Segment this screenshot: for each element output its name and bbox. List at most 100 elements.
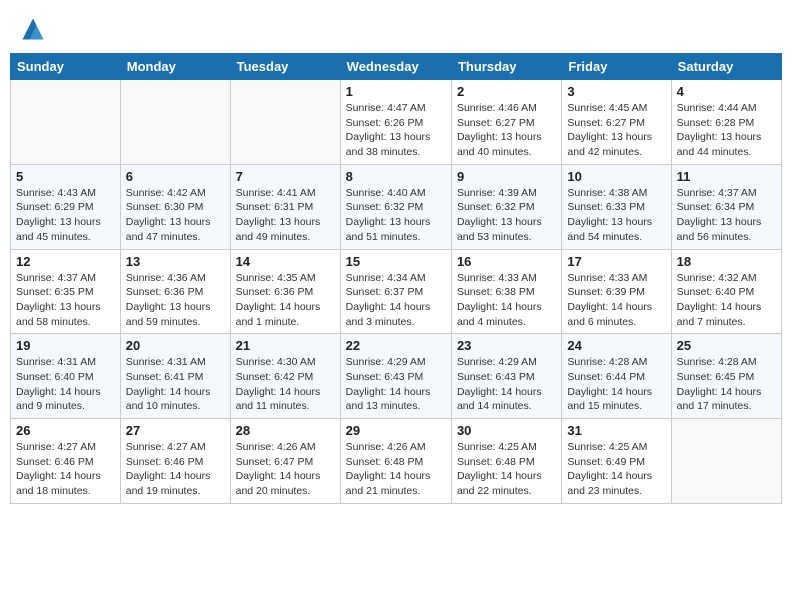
calendar-day-cell: 18 Sunrise: 4:32 AM Sunset: 6:40 PM Dayli… [671,249,781,334]
calendar-day-cell [120,80,230,165]
day-number: 11 [677,169,776,184]
day-info: Sunrise: 4:28 AM Sunset: 6:45 PM Dayligh… [677,355,776,414]
day-number: 8 [346,169,446,184]
day-info: Sunrise: 4:37 AM Sunset: 6:35 PM Dayligh… [16,271,115,330]
day-number: 31 [567,423,665,438]
calendar-day-cell: 7 Sunrise: 4:41 AM Sunset: 6:31 PM Daylig… [230,164,340,249]
day-info: Sunrise: 4:25 AM Sunset: 6:49 PM Dayligh… [567,440,665,499]
calendar-day-cell: 20 Sunrise: 4:31 AM Sunset: 6:41 PM Dayli… [120,334,230,419]
day-number: 1 [346,84,446,99]
day-number: 25 [677,338,776,353]
calendar-day-cell: 27 Sunrise: 4:27 AM Sunset: 6:46 PM Dayli… [120,419,230,504]
calendar-day-cell: 28Sunrise: 4:26 AM Sunset: 6:47 PM Dayli… [230,419,340,504]
day-of-week-header: Monday [120,54,230,80]
day-number: 13 [126,254,225,269]
calendar-day-cell: 3 Sunrise: 4:45 AM Sunset: 6:27 PM Daylig… [562,80,671,165]
calendar-day-cell: 15Sunrise: 4:34 AM Sunset: 6:37 PM Dayli… [340,249,451,334]
calendar-day-cell: 8 Sunrise: 4:40 AM Sunset: 6:32 PM Daylig… [340,164,451,249]
day-info: Sunrise: 4:30 AM Sunset: 6:42 PM Dayligh… [236,355,335,414]
day-info: Sunrise: 4:35 AM Sunset: 6:36 PM Dayligh… [236,271,335,330]
day-number: 16 [457,254,556,269]
day-info: Sunrise: 4:33 AM Sunset: 6:39 PM Dayligh… [567,271,665,330]
calendar-day-cell: 29 Sunrise: 4:26 AM Sunset: 6:48 PM Dayli… [340,419,451,504]
day-info: Sunrise: 4:38 AM Sunset: 6:33 PM Dayligh… [567,186,665,245]
day-info: Sunrise: 4:45 AM Sunset: 6:27 PM Dayligh… [567,101,665,160]
day-info: Sunrise: 4:40 AM Sunset: 6:32 PM Dayligh… [346,186,446,245]
calendar-week-row: 19 Sunrise: 4:31 AM Sunset: 6:40 PM Dayli… [11,334,782,419]
day-of-week-header: Thursday [451,54,561,80]
day-number: 22 [346,338,446,353]
calendar-day-cell: 14 Sunrise: 4:35 AM Sunset: 6:36 PM Dayli… [230,249,340,334]
calendar-header-row: SundayMondayTuesdayWednesdayThursdayFrid… [11,54,782,80]
calendar-day-cell: 2Sunrise: 4:46 AM Sunset: 6:27 PM Daylig… [451,80,561,165]
day-number: 27 [126,423,225,438]
calendar-day-cell [671,419,781,504]
day-of-week-header: Wednesday [340,54,451,80]
day-number: 24 [567,338,665,353]
day-of-week-header: Saturday [671,54,781,80]
day-number: 14 [236,254,335,269]
day-number: 7 [236,169,335,184]
day-number: 19 [16,338,115,353]
calendar-day-cell: 19 Sunrise: 4:31 AM Sunset: 6:40 PM Dayli… [11,334,121,419]
day-number: 20 [126,338,225,353]
day-number: 3 [567,84,665,99]
logo-icon [19,15,47,43]
day-info: Sunrise: 4:33 AM Sunset: 6:38 PM Dayligh… [457,271,556,330]
calendar-day-cell: 24Sunrise: 4:28 AM Sunset: 6:44 PM Dayli… [562,334,671,419]
day-info: Sunrise: 4:27 AM Sunset: 6:46 PM Dayligh… [126,440,225,499]
calendar-day-cell: 16 Sunrise: 4:33 AM Sunset: 6:38 PM Dayli… [451,249,561,334]
day-info: Sunrise: 4:27 AM Sunset: 6:46 PM Dayligh… [16,440,115,499]
calendar-table: SundayMondayTuesdayWednesdayThursdayFrid… [10,53,782,504]
calendar-day-cell: 1 Sunrise: 4:47 AM Sunset: 6:26 PM Daylig… [340,80,451,165]
calendar-week-row: 26 Sunrise: 4:27 AM Sunset: 6:46 PM Dayli… [11,419,782,504]
day-info: Sunrise: 4:44 AM Sunset: 6:28 PM Dayligh… [677,101,776,160]
day-number: 4 [677,84,776,99]
day-info: Sunrise: 4:42 AM Sunset: 6:30 PM Dayligh… [126,186,225,245]
day-number: 9 [457,169,556,184]
day-number: 18 [677,254,776,269]
day-number: 30 [457,423,556,438]
day-number: 17 [567,254,665,269]
calendar-day-cell: 10 Sunrise: 4:38 AM Sunset: 6:33 PM Dayli… [562,164,671,249]
calendar-day-cell: 6 Sunrise: 4:42 AM Sunset: 6:30 PM Daylig… [120,164,230,249]
day-number: 29 [346,423,446,438]
day-number: 2 [457,84,556,99]
calendar-week-row: 12 Sunrise: 4:37 AM Sunset: 6:35 PM Dayli… [11,249,782,334]
calendar-day-cell: 11Sunrise: 4:37 AM Sunset: 6:34 PM Dayli… [671,164,781,249]
calendar-week-row: 5Sunrise: 4:43 AM Sunset: 6:29 PM Daylig… [11,164,782,249]
day-number: 15 [346,254,446,269]
calendar-day-cell: 30 Sunrise: 4:25 AM Sunset: 6:48 PM Dayli… [451,419,561,504]
day-number: 23 [457,338,556,353]
day-info: Sunrise: 4:36 AM Sunset: 6:36 PM Dayligh… [126,271,225,330]
day-of-week-header: Tuesday [230,54,340,80]
calendar-day-cell: 4 Sunrise: 4:44 AM Sunset: 6:28 PM Daylig… [671,80,781,165]
day-info: Sunrise: 4:43 AM Sunset: 6:29 PM Dayligh… [16,186,115,245]
calendar-day-cell: 25 Sunrise: 4:28 AM Sunset: 6:45 PM Dayli… [671,334,781,419]
calendar-day-cell [230,80,340,165]
day-info: Sunrise: 4:31 AM Sunset: 6:41 PM Dayligh… [126,355,225,414]
calendar-day-cell: 21Sunrise: 4:30 AM Sunset: 6:42 PM Dayli… [230,334,340,419]
calendar-day-cell: 23 Sunrise: 4:29 AM Sunset: 6:43 PM Dayli… [451,334,561,419]
day-of-week-header: Friday [562,54,671,80]
day-number: 26 [16,423,115,438]
day-info: Sunrise: 4:29 AM Sunset: 6:43 PM Dayligh… [346,355,446,414]
day-number: 6 [126,169,225,184]
calendar-day-cell: 17 Sunrise: 4:33 AM Sunset: 6:39 PM Dayli… [562,249,671,334]
day-info: Sunrise: 4:41 AM Sunset: 6:31 PM Dayligh… [236,186,335,245]
logo [15,15,47,43]
day-info: Sunrise: 4:29 AM Sunset: 6:43 PM Dayligh… [457,355,556,414]
day-number: 12 [16,254,115,269]
calendar-day-cell: 12 Sunrise: 4:37 AM Sunset: 6:35 PM Dayli… [11,249,121,334]
day-info: Sunrise: 4:47 AM Sunset: 6:26 PM Dayligh… [346,101,446,160]
day-number: 10 [567,169,665,184]
day-info: Sunrise: 4:31 AM Sunset: 6:40 PM Dayligh… [16,355,115,414]
day-info: Sunrise: 4:26 AM Sunset: 6:48 PM Dayligh… [346,440,446,499]
calendar-day-cell: 9 Sunrise: 4:39 AM Sunset: 6:32 PM Daylig… [451,164,561,249]
day-of-week-header: Sunday [11,54,121,80]
day-info: Sunrise: 4:32 AM Sunset: 6:40 PM Dayligh… [677,271,776,330]
day-info: Sunrise: 4:39 AM Sunset: 6:32 PM Dayligh… [457,186,556,245]
day-info: Sunrise: 4:25 AM Sunset: 6:48 PM Dayligh… [457,440,556,499]
calendar-day-cell: 22 Sunrise: 4:29 AM Sunset: 6:43 PM Dayli… [340,334,451,419]
day-number: 28 [236,423,335,438]
